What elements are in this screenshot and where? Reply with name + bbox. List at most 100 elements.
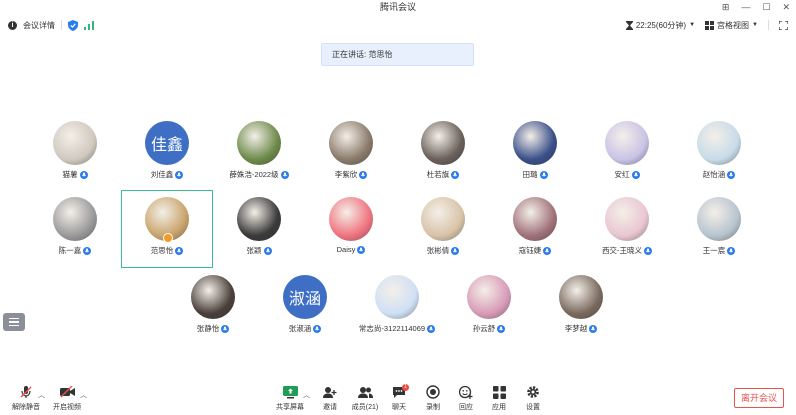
mic-muted-icon (18, 384, 34, 400)
participant-name-row: 张彬倩 (427, 245, 460, 256)
mic-icon (83, 246, 92, 255)
camera-off-icon (59, 384, 75, 400)
participant-name-row: 猫薯 (63, 169, 88, 180)
reactions-label: 回应 (459, 404, 473, 411)
participant-name: 刘佳鑫 (150, 170, 174, 179)
meeting-details-button[interactable]: 会议详情 (23, 20, 55, 31)
participant-tile[interactable]: 薛姝浩-2022级 (213, 118, 305, 190)
participant-name: 范思怡 (150, 246, 174, 255)
participant-tile[interactable]: 佳鑫 刘佳鑫 (121, 118, 213, 190)
mic-icon (543, 246, 552, 255)
participant-name-row: 陈一嘉 (59, 245, 92, 256)
active-speaker-banner: 正在讲话: 范思怡 (321, 43, 474, 66)
participant-name: 孙云舒 (472, 324, 496, 333)
participant-name: 猫薯 (62, 170, 78, 179)
participant-tile[interactable]: 淑涵 张淑涵 (259, 272, 351, 344)
participant-tile[interactable]: 张彬倩 (397, 194, 489, 266)
reactions-icon (458, 384, 474, 400)
maximize-icon[interactable]: ☐ (762, 2, 770, 13)
participant-name-row: 寇钰婕 (519, 245, 552, 256)
participant-tile[interactable]: Daisy (305, 194, 397, 266)
participant-tile[interactable]: 寇钰婕 (489, 194, 581, 266)
mic-icon (280, 170, 289, 179)
participant-tile[interactable]: 范思怡 (121, 190, 213, 268)
view-mode-label: 宫格视图 (717, 20, 750, 30)
chevron-up-icon[interactable]: ︿ (303, 390, 310, 400)
participant-name: 张静怡 (196, 324, 220, 333)
avatar (605, 121, 649, 165)
timer-display[interactable]: 22:25(60分钟) ▼ (625, 20, 695, 31)
participant-tile[interactable]: 西交-王晓义 (581, 194, 673, 266)
start-video-label: 开启视频 (53, 404, 81, 411)
chevron-down-icon: ▼ (752, 22, 758, 28)
participant-tile[interactable]: 张颖 (213, 194, 305, 266)
shield-icon[interactable] (68, 19, 78, 31)
mic-icon (79, 170, 88, 179)
mic-icon (221, 324, 230, 333)
participant-tile[interactable]: 田璐 (489, 118, 581, 190)
info-icon[interactable]: i (8, 20, 17, 30)
participant-name: 李紫欣 (334, 170, 358, 179)
settings-button[interactable]: 设置 (513, 380, 553, 412)
participant-name-row: 张颖 (247, 245, 272, 256)
participant-tile[interactable]: 常志尚-3122114069 (351, 272, 443, 344)
participant-tile[interactable]: 李紫欣 (305, 118, 397, 190)
avatar (191, 275, 235, 319)
chevron-up-icon[interactable]: ︿ (80, 390, 87, 400)
participant-tile[interactable]: 李梦越 (535, 272, 627, 344)
mic-icon (497, 324, 506, 333)
participant-tile[interactable]: 张静怡 (167, 272, 259, 344)
chat-unread-badge: 1 (402, 384, 409, 391)
participant-name: 杜若旗 (426, 170, 450, 179)
participant-name-row: 安红 (615, 169, 640, 180)
avatar (329, 197, 373, 241)
chevron-up-icon[interactable]: ︿ (38, 390, 45, 400)
participant-name: 王一宸 (702, 246, 726, 255)
participant-tile[interactable]: 猫薯 (29, 118, 121, 190)
mic-icon (727, 246, 736, 255)
participant-tile[interactable]: 安红 (581, 118, 673, 190)
participant-name: 陈一嘉 (58, 246, 82, 255)
hourglass-icon (625, 20, 633, 30)
participant-name-row: 张淑涵 (289, 323, 322, 334)
record-icon (425, 384, 441, 400)
member-list-toggle[interactable] (3, 313, 25, 331)
invite-button[interactable]: 邀请 (310, 380, 350, 412)
participant-name: 张颖 (246, 246, 262, 255)
settings-label: 设置 (526, 404, 540, 411)
avatar (513, 121, 557, 165)
apps-label: 应用 (492, 404, 506, 411)
participant-name: 常志尚-3122114069 (358, 324, 426, 333)
view-mode-button[interactable]: 宫格视图 ▼ (705, 20, 758, 31)
participant-name: 寇钰婕 (518, 246, 542, 255)
minimize-icon[interactable]: — (741, 2, 750, 12)
leave-meeting-button[interactable]: 离开会议 (734, 388, 784, 408)
fullscreen-icon[interactable] (779, 20, 788, 30)
mic-icon (263, 246, 272, 255)
participant-tile[interactable]: 赵怡涵 (673, 118, 765, 190)
mic-icon (727, 170, 736, 179)
avatar (237, 197, 281, 241)
participant-tile[interactable]: 陈一嘉 (29, 194, 121, 266)
close-icon[interactable]: ✕ (782, 2, 790, 13)
participant-name-row: 刘佳鑫 (151, 169, 184, 180)
participant-tile[interactable]: 杜若旗 (397, 118, 489, 190)
mic-icon (359, 170, 368, 179)
share-screen-label: 共享屏幕 (276, 404, 304, 411)
invite-label: 邀请 (323, 404, 337, 411)
grid-view-icon (705, 20, 715, 30)
avatar (237, 121, 281, 165)
avatar (513, 197, 557, 241)
avatar (605, 197, 649, 241)
participant-tile[interactable]: 王一宸 (673, 194, 765, 266)
mic-icon (589, 324, 598, 333)
mic-icon (175, 170, 184, 179)
bottom-toolbar: 解除静音 ︿ 开启视频 ︿ 共享屏幕 ︿ 邀请 成员(21) 聊天 1 录制 回… (0, 380, 796, 415)
participant-name-row: 常志尚-3122114069 (358, 323, 436, 334)
participant-name-row: 李紫欣 (335, 169, 368, 180)
participant-tile[interactable]: 孙云舒 (443, 272, 535, 344)
participant-name-row: Daisy (337, 245, 366, 254)
pin-icon[interactable]: ⊞ (722, 2, 730, 13)
avatar (697, 197, 741, 241)
signal-icon[interactable] (84, 20, 94, 30)
